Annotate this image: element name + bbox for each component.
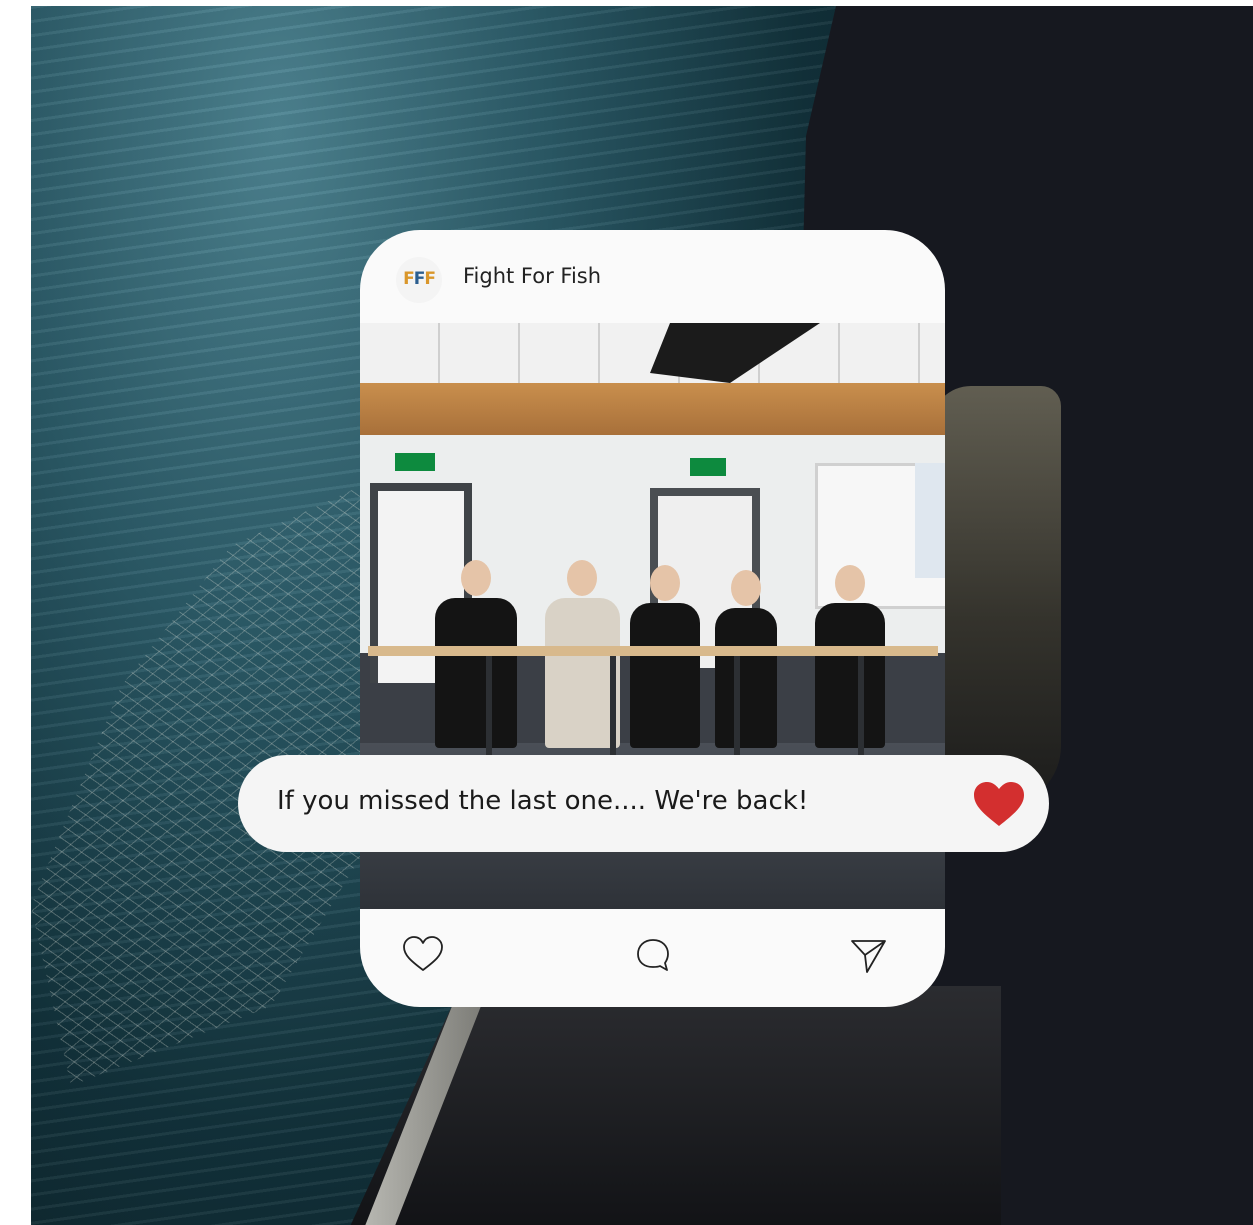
- account-name[interactable]: Fight For Fish: [463, 264, 601, 288]
- post-card: FFF Fight For Fish: [360, 230, 945, 1007]
- paper-plane-icon[interactable]: [846, 933, 890, 977]
- heart-outline-icon[interactable]: [401, 933, 445, 977]
- post-header: FFF Fight For Fish: [360, 230, 945, 323]
- avatar-logo: FFF: [396, 269, 442, 289]
- caption-bubble: If you missed the last one.... We're bac…: [238, 755, 1049, 852]
- logo-letter: F: [424, 269, 436, 289]
- post-caption: If you missed the last one.... We're bac…: [277, 786, 809, 816]
- logo-letter: F: [413, 269, 426, 289]
- fisherman-figure: [931, 386, 1061, 806]
- photo-exit-sign: [395, 453, 435, 471]
- photo-wood-beam: [360, 383, 945, 435]
- heart-filled-icon[interactable]: [972, 780, 1026, 828]
- photo-exit-sign: [690, 458, 726, 476]
- comment-bubble-icon[interactable]: [631, 933, 675, 977]
- avatar[interactable]: FFF: [396, 257, 442, 303]
- photo-desk: [368, 646, 938, 656]
- photo-desk-legs: [368, 656, 938, 756]
- post-actions: [360, 909, 945, 1007]
- logo-letter: F: [403, 269, 415, 289]
